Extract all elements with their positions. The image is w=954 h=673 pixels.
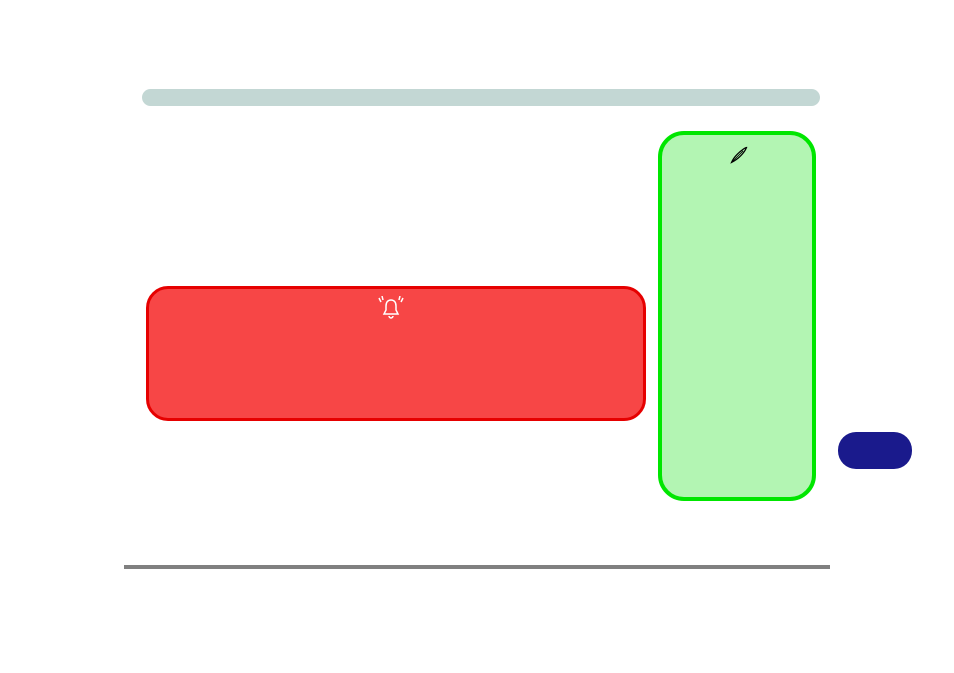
green-panel xyxy=(658,131,816,501)
top-bar xyxy=(142,89,820,106)
bell-ringing-icon xyxy=(378,296,404,320)
feather-icon xyxy=(729,145,749,165)
bottom-divider xyxy=(124,565,830,569)
navy-pill-button[interactable] xyxy=(838,432,912,469)
